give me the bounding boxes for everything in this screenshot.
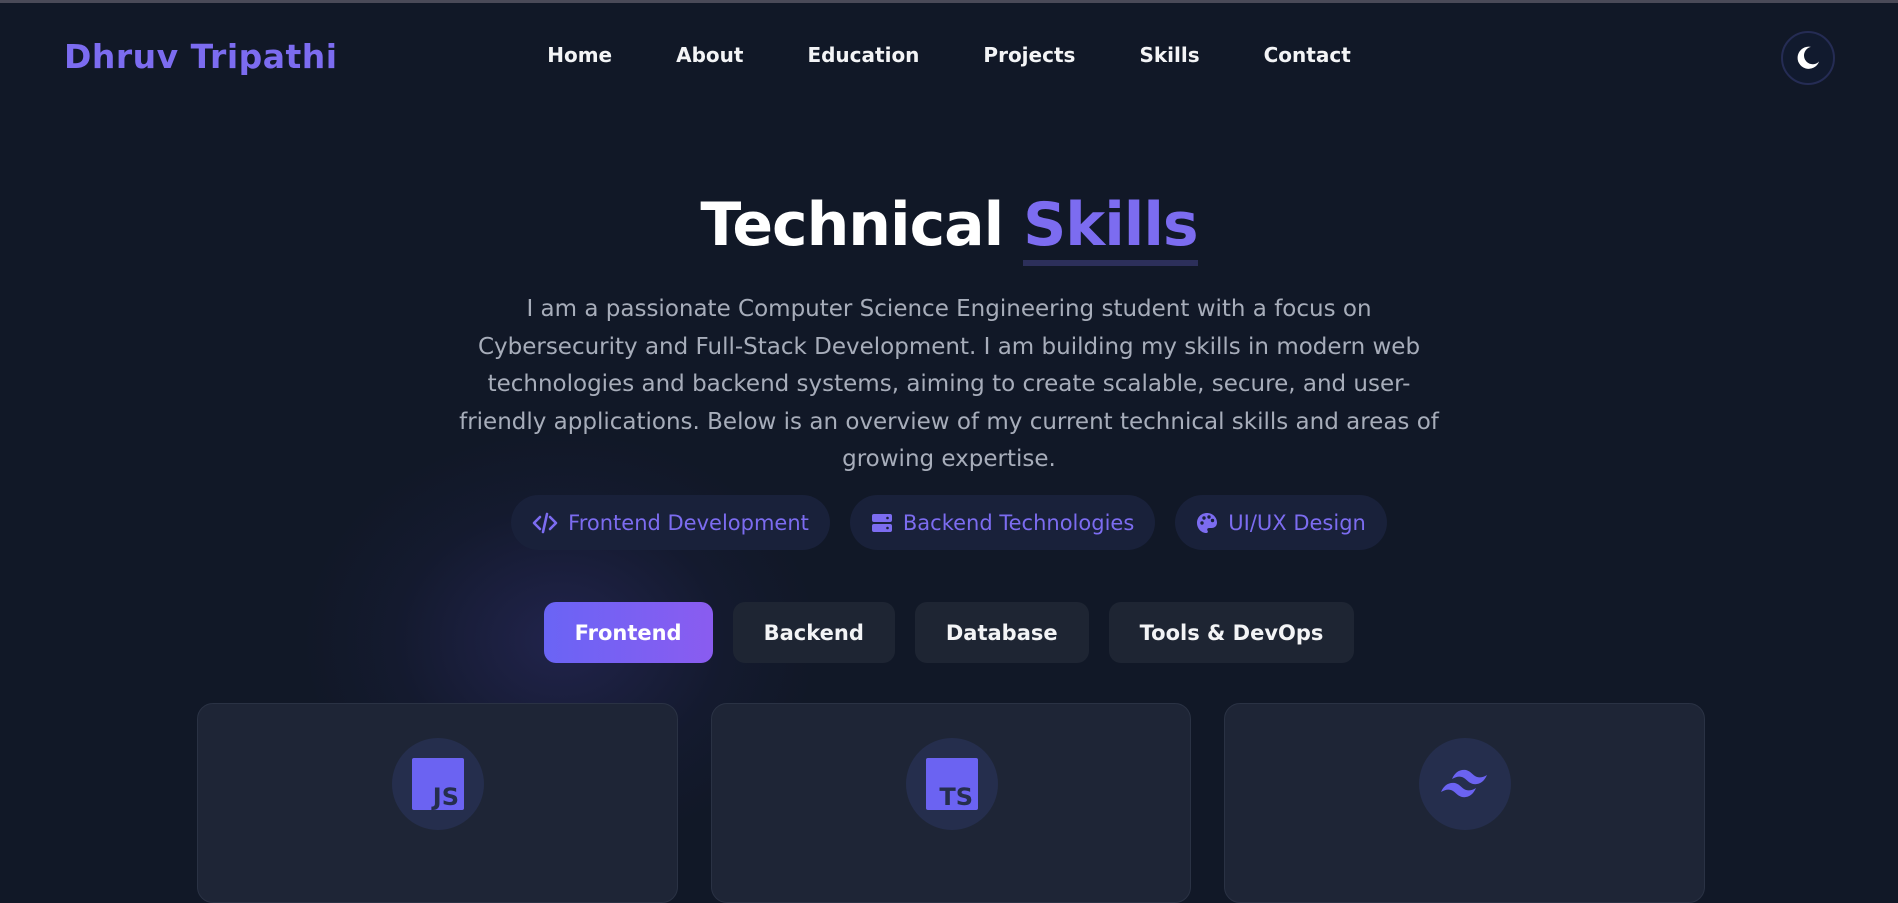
- nav-link-projects[interactable]: Projects: [951, 43, 1107, 67]
- page-description: I am a passionate Computer Science Engin…: [459, 296, 1439, 472]
- theme-toggle-button[interactable]: [1781, 31, 1835, 85]
- moon-icon: [1797, 46, 1820, 69]
- nav-links: Home About Education Projects Skills Con…: [0, 43, 1898, 67]
- nav-link-contact[interactable]: Contact: [1232, 43, 1383, 67]
- page-title-accent: Skills: [1023, 190, 1199, 267]
- js-badge-text: JS: [431, 783, 459, 810]
- typescript-icon: TS: [925, 758, 978, 810]
- skill-card-javascript[interactable]: JS: [197, 703, 678, 903]
- navbar: Dhruv Tripathi Home About Education Proj…: [0, 3, 1898, 113]
- nav-link-education[interactable]: Education: [775, 43, 951, 67]
- tab-backend[interactable]: Backend: [732, 602, 895, 663]
- skill-icon-circle: JS: [392, 738, 484, 830]
- chip-backend-technologies: Backend Technologies: [849, 495, 1156, 550]
- ts-badge-text: TS: [939, 783, 973, 810]
- skill-cards: JS TS: [197, 703, 1706, 903]
- skill-icon-circle: TS: [905, 738, 998, 830]
- tailwind-icon: [1441, 769, 1488, 798]
- nav-link-home[interactable]: Home: [515, 43, 644, 67]
- code-icon: [532, 512, 558, 533]
- page-title-main: Technical: [700, 190, 1004, 261]
- skill-card-typescript[interactable]: TS: [710, 703, 1192, 903]
- chip-label: Frontend Development: [568, 510, 809, 535]
- skill-category-tabs: Frontend Backend Database Tools & DevOps: [0, 602, 1898, 663]
- tab-frontend[interactable]: Frontend: [543, 602, 713, 663]
- tab-database[interactable]: Database: [914, 602, 1089, 663]
- nav-link-skills[interactable]: Skills: [1107, 43, 1231, 67]
- page-title: Technical Skills: [0, 190, 1898, 267]
- javascript-icon: JS: [412, 758, 464, 810]
- nav-link-about[interactable]: About: [644, 43, 775, 67]
- skill-card-tailwind[interactable]: [1224, 703, 1706, 903]
- tab-tools-devops[interactable]: Tools & DevOps: [1108, 602, 1355, 663]
- server-icon: [871, 513, 892, 532]
- chip-label: UI/UX Design: [1228, 510, 1366, 535]
- chip-ui-ux-design: UI/UX Design: [1175, 495, 1387, 550]
- focus-chips: Frontend Development Backend Technologie…: [0, 495, 1898, 550]
- chip-label: Backend Technologies: [902, 510, 1135, 535]
- skill-icon-circle: [1419, 738, 1512, 830]
- palette-icon: [1197, 512, 1218, 533]
- chip-frontend-development: Frontend Development: [511, 495, 830, 550]
